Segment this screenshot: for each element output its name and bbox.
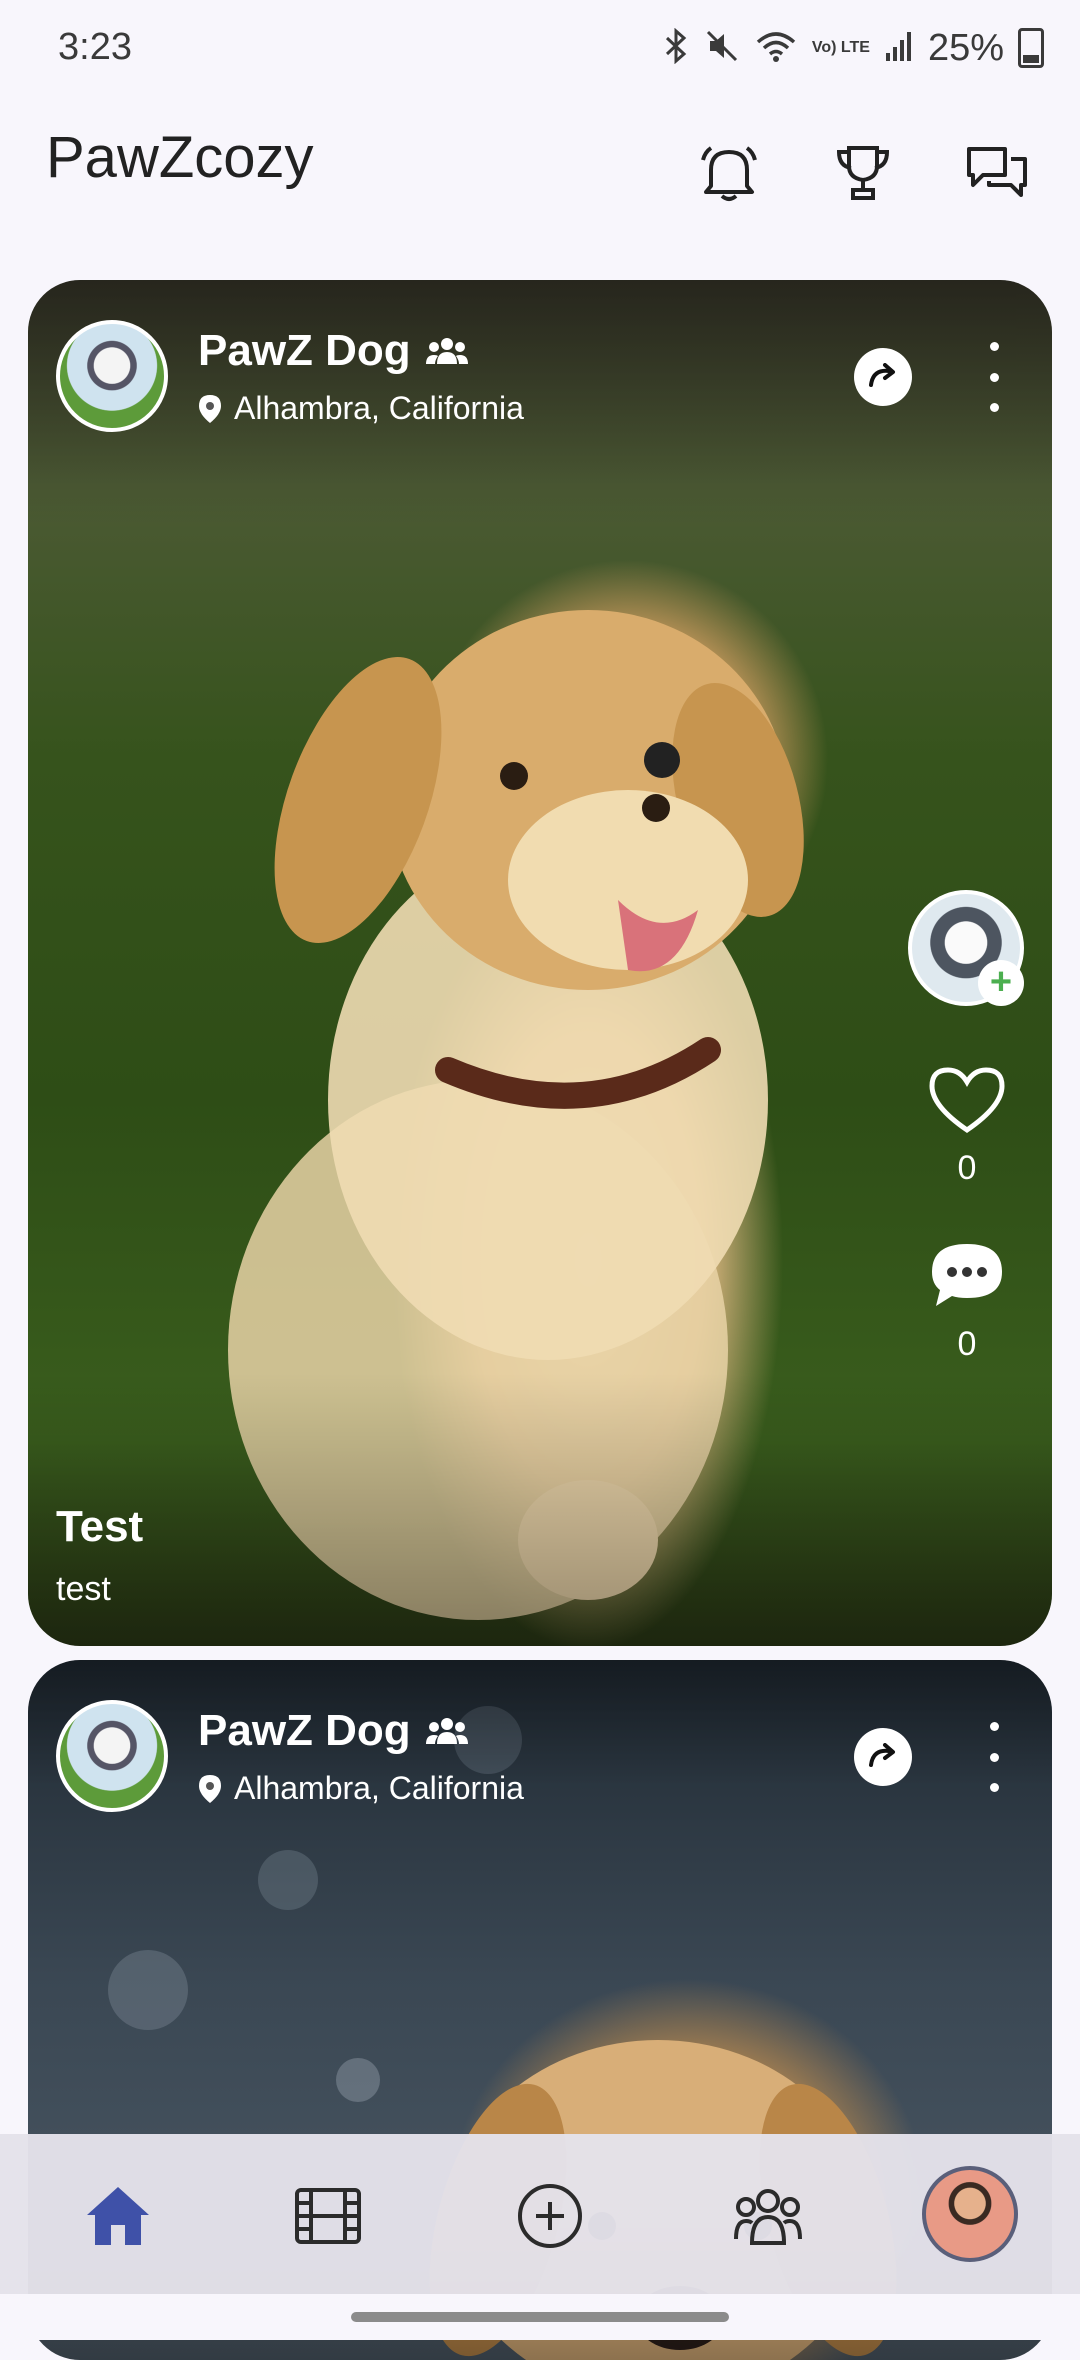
volte-icon: Vo) LTE — [811, 39, 870, 56]
app-title: PawZcozy — [46, 125, 314, 190]
post-caption-title: Test — [56, 1502, 144, 1551]
post-location: Alhambra, California — [198, 1770, 524, 1807]
community-icon — [734, 2189, 802, 2245]
leaderboard-button[interactable] — [808, 118, 918, 228]
comment-bubble-icon — [932, 1244, 1002, 1306]
nav-profile-avatar[interactable] — [922, 2166, 1018, 2262]
follow-author-avatar[interactable]: + — [908, 890, 1024, 1006]
nav-community[interactable] — [726, 2174, 810, 2258]
share-arrow-icon — [869, 1743, 895, 1767]
add-post-icon — [518, 2184, 582, 2248]
app-header: PawZcozy — [0, 96, 1080, 246]
group-icon — [425, 1718, 468, 1744]
bell-icon — [701, 146, 757, 201]
group-icon — [425, 338, 468, 364]
location-text: Alhambra, California — [234, 1770, 524, 1806]
more-options-button[interactable] — [984, 342, 1004, 412]
post-caption-text: test — [56, 1570, 111, 1608]
author-avatar[interactable] — [56, 320, 168, 432]
comment-count: 0 — [957, 1325, 977, 1363]
gesture-handle[interactable] — [351, 2312, 729, 2322]
battery-percent: 25% — [927, 26, 1004, 69]
post-card[interactable]: PawZ Dog Alhambra, California + 0 0 Test… — [28, 280, 1052, 1646]
location-text: Alhambra, California — [234, 390, 524, 426]
author-name: PawZ Dog — [198, 326, 411, 375]
location-pin-icon — [199, 394, 221, 423]
like-button[interactable]: 0 — [922, 1066, 1012, 1188]
status-time: 3:23 — [58, 26, 132, 68]
post-author[interactable]: PawZ Dog — [198, 326, 469, 376]
signal-icon — [884, 29, 914, 68]
reels-icon — [295, 2188, 361, 2244]
comment-button[interactable]: 0 — [922, 1240, 1012, 1364]
location-pin-icon — [199, 1774, 221, 1803]
notifications-button[interactable] — [674, 118, 784, 228]
chat-icon — [967, 147, 1027, 197]
status-icons: Vo) LTE 25% — [664, 24, 1044, 72]
share-button[interactable] — [854, 1728, 912, 1786]
home-icon — [87, 2187, 149, 2245]
more-options-button[interactable] — [984, 1722, 1004, 1792]
bottom-navigation — [0, 2134, 1080, 2294]
author-avatar[interactable] — [56, 1700, 168, 1812]
mute-icon — [704, 28, 740, 69]
trophy-icon — [836, 146, 890, 200]
heart-icon — [929, 1067, 1005, 1134]
post-location: Alhambra, California — [198, 390, 524, 427]
bluetooth-icon — [664, 27, 690, 69]
messages-button[interactable] — [942, 118, 1052, 228]
follow-plus-icon[interactable]: + — [978, 960, 1024, 1006]
like-count: 0 — [957, 1149, 977, 1187]
wifi-icon — [754, 28, 798, 69]
nav-reels[interactable] — [286, 2174, 370, 2258]
post-author[interactable]: PawZ Dog — [198, 1706, 469, 1756]
share-arrow-icon — [869, 363, 895, 387]
author-name: PawZ Dog — [198, 1706, 411, 1755]
share-button[interactable] — [854, 348, 912, 406]
battery-icon — [1018, 28, 1044, 68]
post-image-puppy — [228, 610, 804, 1620]
nav-home[interactable] — [76, 2174, 160, 2258]
nav-add-post[interactable] — [508, 2174, 592, 2258]
status-bar: 3:23 Vo) LTE 25% — [0, 0, 1080, 96]
